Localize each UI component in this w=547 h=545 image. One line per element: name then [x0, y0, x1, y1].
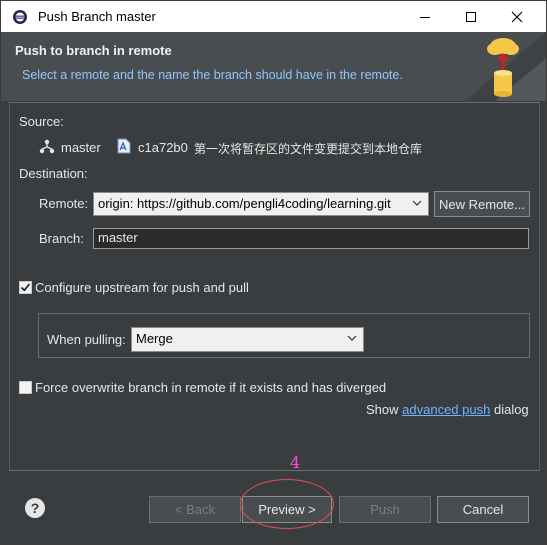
chevron-down-icon: [347, 335, 357, 341]
destination-label: Destination:: [19, 166, 88, 181]
push-wizard-icon: [465, 32, 546, 101]
cancel-button[interactable]: Cancel: [437, 496, 529, 523]
help-icon[interactable]: ?: [25, 498, 45, 518]
close-window-button[interactable]: [494, 1, 540, 32]
push-branch-dialog: Push Branch master Push to branch in rem…: [0, 0, 547, 545]
branch-icon: [39, 139, 55, 154]
maximize-icon: [466, 11, 476, 22]
remote-label: Remote:: [39, 196, 89, 211]
branch-input[interactable]: master: [93, 228, 529, 249]
advanced-push-link[interactable]: advanced push: [402, 402, 490, 417]
close-icon: [511, 11, 523, 22]
title-bar: Push Branch master: [1, 1, 546, 32]
minimize-icon: [420, 16, 430, 18]
commit-icon: [117, 138, 131, 154]
wizard-heading: Push to branch in remote: [15, 43, 172, 58]
wizard-banner: Push to branch in remote Select a remote…: [1, 32, 546, 101]
commit-id: c1a72b0: [138, 140, 188, 155]
new-remote-button[interactable]: New Remote...: [434, 191, 530, 217]
chevron-down-icon: [412, 200, 422, 206]
source-branch: master: [61, 140, 101, 155]
configure-upstream-checkbox[interactable]: [19, 281, 32, 294]
remote-select[interactable]: origin: https://github.com/pengli4coding…: [93, 192, 429, 216]
back-button[interactable]: < Back: [149, 496, 241, 523]
when-pulling-value: Merge: [136, 331, 173, 346]
show-suffix: dialog: [493, 402, 529, 417]
highlight-ellipse: [240, 479, 334, 529]
window-title: Push Branch master: [38, 9, 156, 24]
force-overwrite-label: Force overwrite branch in remote if it e…: [35, 380, 387, 395]
maximize-button[interactable]: [448, 1, 494, 32]
checkmark-icon: [20, 283, 31, 292]
minimize-button[interactable]: [402, 1, 448, 32]
show-prefix: Show: [366, 402, 399, 417]
commit-message: 第一次将暂存区的文件变更提交到本地仓库: [194, 142, 423, 156]
remote-select-value: origin: https://github.com/pengli4coding…: [98, 196, 391, 211]
wizard-description: Select a remote and the name the branch …: [22, 68, 403, 82]
eclipse-icon: [13, 10, 27, 24]
source-label: Source:: [19, 114, 64, 129]
configure-upstream-label: Configure upstream for push and pull: [35, 280, 249, 295]
advanced-push-row: Show advanced push dialog: [366, 402, 529, 417]
push-button[interactable]: Push: [339, 496, 431, 523]
branch-label: Branch:: [39, 231, 84, 246]
force-overwrite-checkbox[interactable]: [19, 381, 32, 394]
step-annotation: 4: [290, 453, 301, 472]
when-pulling-label: When pulling:: [47, 332, 126, 347]
when-pulling-select[interactable]: Merge: [131, 327, 364, 352]
